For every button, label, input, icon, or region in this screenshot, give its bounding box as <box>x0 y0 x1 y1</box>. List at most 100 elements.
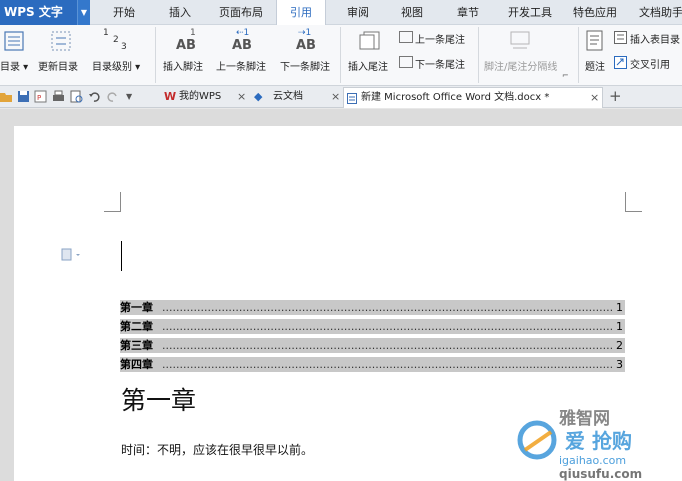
tab-chapter[interactable]: 章节 <box>448 0 488 25</box>
tab-page-layout[interactable]: 页面布局 <box>212 0 270 25</box>
next-footnote-button[interactable]: 下一条脚注 <box>280 58 330 73</box>
tab-review[interactable]: 审阅 <box>338 0 378 25</box>
tab-home[interactable]: 开始 <box>104 0 144 25</box>
toc-leader-dots: ........................................… <box>162 320 613 333</box>
paragraph-layout-icon[interactable] <box>61 248 83 261</box>
ribbon-divider <box>478 27 479 83</box>
tab-developer[interactable]: 开发工具 <box>502 0 558 25</box>
toc-entry-title: 第一章 <box>120 301 153 314</box>
wps-window: WPS 文字 ▼ 开始 插入 页面布局 引用 审阅 视图 章节 开发工具 特色应… <box>0 0 682 481</box>
watermark-logo: 雅智网 爱 抢购 igaihao.com qiusufu.com <box>515 402 682 481</box>
cross-reference-button[interactable]: 交叉引用 <box>630 56 670 71</box>
chapter-heading[interactable]: 第一章 <box>121 381 196 417</box>
toc-leader-dots: ........................................… <box>162 358 613 371</box>
next-endnote-button[interactable]: 下一条尾注 <box>415 56 465 71</box>
close-icon[interactable]: × <box>237 87 246 107</box>
ribbon-divider <box>578 27 579 83</box>
watermark-site1: igaihao.com <box>559 454 626 467</box>
redo-icon[interactable] <box>106 90 119 103</box>
tab-my-wps-label: 我的WPS <box>179 91 222 102</box>
insert-endnote-button[interactable]: 插入尾注 <box>348 58 388 73</box>
tab-cloud-docs-label: 云文档 <box>273 91 303 102</box>
close-icon[interactable]: × <box>590 88 599 108</box>
tab-view[interactable]: 视图 <box>392 0 432 25</box>
toc-entry[interactable]: 第二章 ....................................… <box>120 319 625 334</box>
print-icon[interactable] <box>52 90 65 103</box>
ribbon-divider <box>155 27 156 83</box>
next-footnote-icon[interactable]: ⇢1 AB <box>294 28 324 54</box>
wps-logo-icon: W <box>164 90 177 103</box>
table-of-figures-icon[interactable] <box>614 31 627 44</box>
toc-entry-page: 1 <box>616 301 623 314</box>
margin-corner-top-left <box>104 192 121 212</box>
close-icon[interactable]: × <box>331 87 340 107</box>
tab-insert[interactable]: 插入 <box>160 0 200 25</box>
tab-references[interactable]: 引用 <box>276 0 326 26</box>
insert-footnote-button[interactable]: 插入脚注 <box>163 58 203 73</box>
ribbon-references: 目录 ▾ 更新目录 1 2 3 目录级别 ▾ 1 AB 插入脚注 ⇠1 AB 上… <box>0 25 682 86</box>
caption-icon[interactable] <box>585 30 605 52</box>
cloud-cube-icon: ◆ <box>254 90 263 103</box>
open-folder-icon[interactable] <box>0 90 13 103</box>
tab-current-document[interactable]: 新建 Microsoft Office Word 文档.docx * × <box>343 87 603 108</box>
app-name: WPS 文字 <box>4 5 63 19</box>
undo-icon[interactable] <box>88 90 101 103</box>
group-expand-icon[interactable]: ⌐ <box>562 71 569 80</box>
toc-label: 目录 <box>0 62 20 73</box>
save-icon[interactable] <box>17 90 30 103</box>
toc-button[interactable]: 目录 ▾ <box>0 58 28 73</box>
watermark-site2: qiusufu.com <box>559 467 642 481</box>
prev-footnote-button[interactable]: 上一条脚注 <box>216 58 266 73</box>
toc-entry-title: 第二章 <box>120 320 153 333</box>
chevron-down-icon[interactable]: ▼ <box>77 0 90 25</box>
toc-entry-page: 1 <box>616 320 623 333</box>
margin-corner-top-right <box>625 192 642 212</box>
watermark-brand: 雅智网 <box>558 408 610 429</box>
toc-leader-dots: ........................................… <box>162 339 613 352</box>
print-preview-icon[interactable] <box>70 90 83 103</box>
document-tab-bar: P ▼ W 我的WPS × ◆ 云文档 × 新建 Microsoft Offic… <box>0 86 682 108</box>
next-endnote-icon[interactable] <box>399 56 413 68</box>
insert-footnote-icon[interactable]: 1 AB <box>174 28 204 54</box>
footnote-separator-button[interactable]: 脚注/尾注分隔线 <box>484 58 557 73</box>
watermark-graphic: 雅智网 爱 抢购 igaihao.com qiusufu.com <box>515 402 682 481</box>
toc-entry-page: 3 <box>616 358 623 371</box>
quick-access-more-icon[interactable]: ▼ <box>126 90 139 103</box>
update-toc-icon[interactable] <box>51 31 71 51</box>
toc-level-label: 目录级别 <box>92 62 132 73</box>
tab-special-apps[interactable]: 特色应用 <box>566 0 624 25</box>
toc-level-icon[interactable]: 1 2 3 <box>103 28 127 52</box>
ribbon-divider <box>340 27 341 83</box>
toc-entry-title: 第四章 <box>120 358 153 371</box>
svg-text:P: P <box>37 94 41 102</box>
tab-doc-assistant[interactable]: 文档助手 <box>632 0 682 25</box>
prev-footnote-icon[interactable]: ⇠1 AB <box>230 28 260 54</box>
export-pdf-icon[interactable]: P <box>34 90 47 103</box>
app-menu-button[interactable]: WPS 文字 ▼ <box>0 0 90 25</box>
separator-icon[interactable] <box>510 31 530 51</box>
body-paragraph[interactable]: 时间：不明，应该在很早很早以前。 <box>121 441 313 458</box>
toc-entry[interactable]: 第三章 ....................................… <box>120 338 625 353</box>
document-icon <box>347 93 357 104</box>
toc-entry-title: 第三章 <box>120 339 153 352</box>
tab-my-wps[interactable]: W 我的WPS × <box>143 87 249 108</box>
prev-endnote-button[interactable]: 上一条尾注 <box>415 31 465 46</box>
tab-current-document-label: 新建 Microsoft Office Word 文档.docx * <box>361 92 550 103</box>
prev-endnote-icon[interactable] <box>399 31 413 43</box>
insert-table-of-figures-button[interactable]: 插入表目录 <box>630 31 680 46</box>
toc-level-button[interactable]: 目录级别 ▾ <box>92 58 140 73</box>
toc-icon[interactable] <box>4 31 24 51</box>
insert-endnote-icon[interactable] <box>359 31 381 51</box>
cross-reference-icon[interactable] <box>614 56 627 69</box>
toc-entry[interactable]: 第一章 ....................................… <box>120 300 625 315</box>
update-toc-button[interactable]: 更新目录 <box>38 58 78 73</box>
menu-bar: WPS 文字 ▼ 开始 插入 页面布局 引用 审阅 视图 章节 开发工具 特色应… <box>0 0 682 26</box>
toc-entry[interactable]: 第四章 ....................................… <box>120 357 625 372</box>
svg-text:爱 抢购: 爱 抢购 <box>565 429 632 453</box>
caption-button[interactable]: 题注 <box>585 58 605 73</box>
toc-leader-dots: ........................................… <box>162 301 613 314</box>
new-tab-button[interactable]: + <box>609 87 623 108</box>
toc-entry-page: 2 <box>616 339 623 352</box>
text-cursor <box>121 241 122 271</box>
tab-cloud-docs[interactable]: ◆ 云文档 × <box>252 87 340 108</box>
